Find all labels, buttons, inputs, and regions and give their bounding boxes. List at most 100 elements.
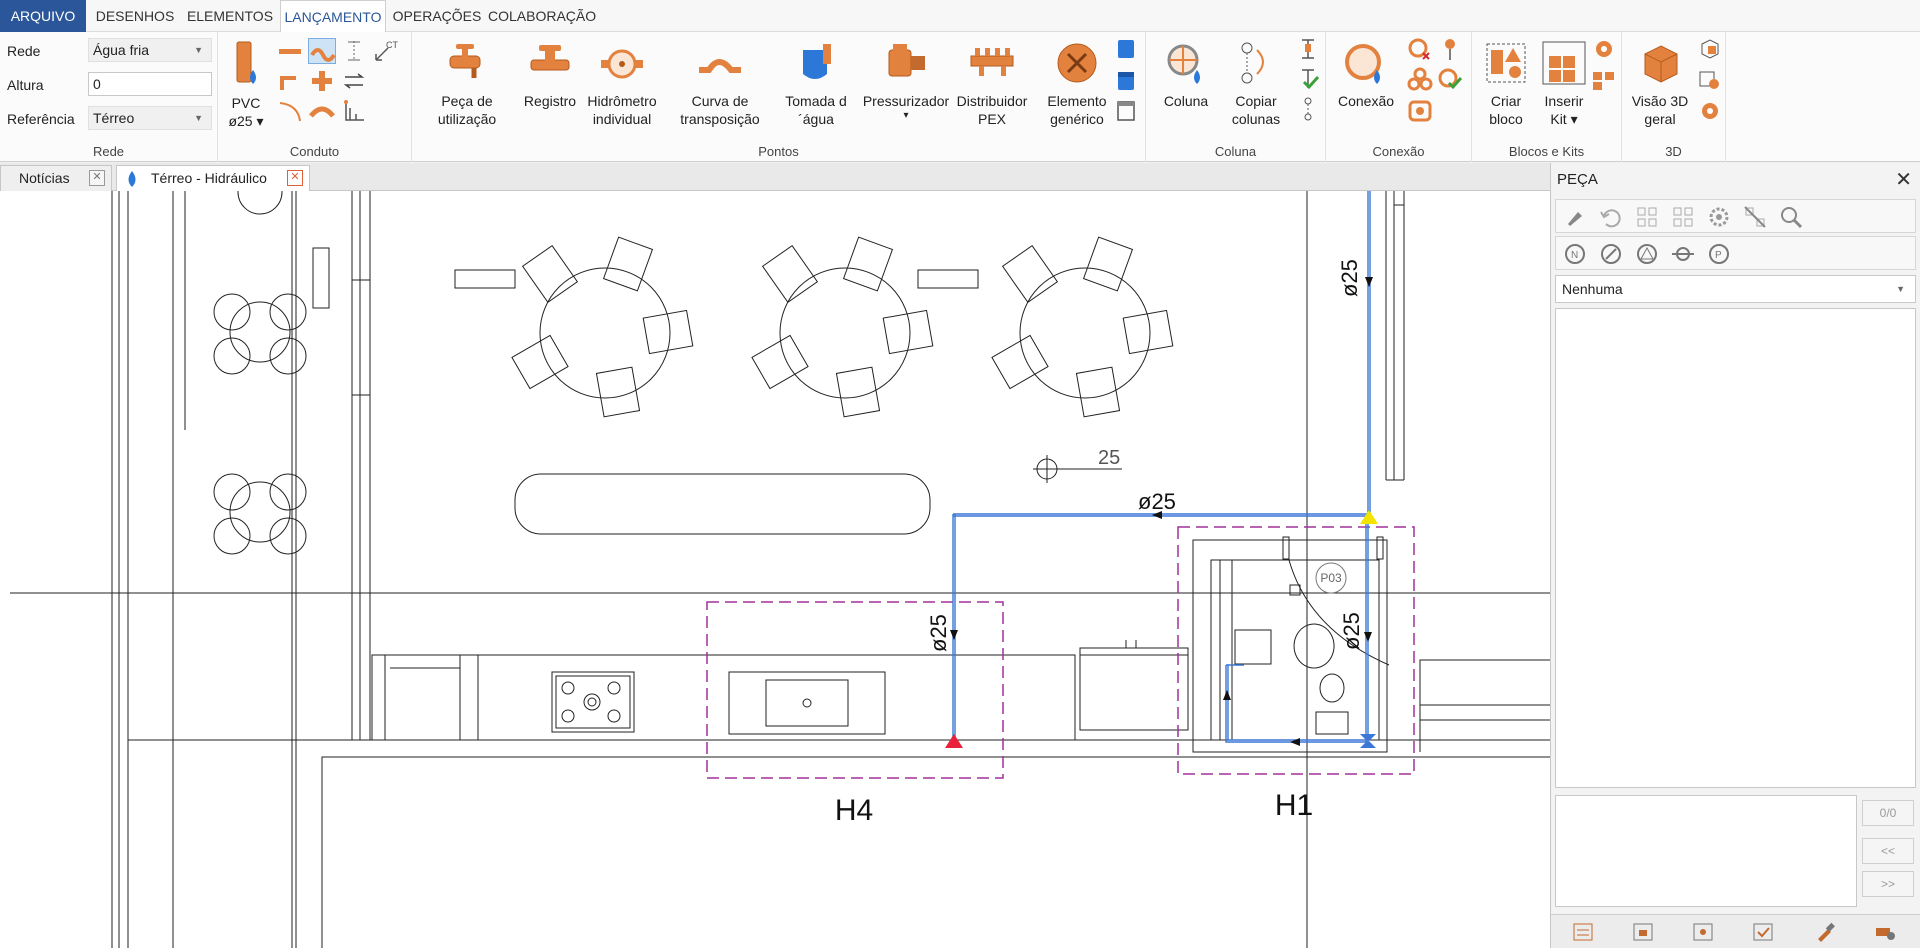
vertical-pipe-icon[interactable] <box>340 38 368 64</box>
referencia-select[interactable]: Térreo ▼ <box>88 106 212 130</box>
group-title-rede: Rede <box>92 144 125 159</box>
zoom-icon[interactable] <box>1778 204 1804 230</box>
panel-title: PEÇA <box>1557 171 1598 188</box>
water-meter-icon <box>601 49 643 79</box>
grid-select-icon[interactable] <box>1634 204 1660 230</box>
menu-tab-desenhos[interactable]: DESENHOS <box>92 0 178 32</box>
piece-list[interactable] <box>1555 308 1916 788</box>
conexao-label: Conexão <box>1337 93 1395 109</box>
altura-input[interactable]: 0 <box>88 72 212 96</box>
rotate-angle-icon[interactable] <box>1634 241 1660 267</box>
zone-h4-boundary[interactable] <box>706 601 1004 779</box>
visao-label-2: geral <box>1644 111 1676 127</box>
close-icon[interactable]: ✕ <box>287 170 303 186</box>
tab-noticias[interactable]: Notícias ✕ <box>0 165 112 191</box>
view-zoom-icon[interactable] <box>1696 68 1724 94</box>
3d-settings-icon[interactable] <box>1696 98 1724 124</box>
pipe-label-top-right: ø25 <box>1337 259 1362 297</box>
rotate-n-icon[interactable]: N <box>1562 241 1588 267</box>
chevron-down-icon: ▼ <box>194 45 203 55</box>
coluna-label: Coluna <box>1163 93 1209 109</box>
coluna-button[interactable]: Coluna <box>1150 40 1222 110</box>
copiar-label-2: colunas <box>1231 111 1281 127</box>
endpoint-yellow[interactable] <box>1360 510 1378 524</box>
tee-connection-icon[interactable] <box>308 68 336 94</box>
pick-icon[interactable] <box>1562 204 1588 230</box>
multi-connection-icon[interactable] <box>1406 66 1434 92</box>
connection-error-icon[interactable] <box>1406 36 1434 62</box>
panel-toolbar-1 <box>1555 199 1916 233</box>
undo-icon[interactable] <box>1598 204 1624 230</box>
check-list-icon[interactable] <box>1751 920 1775 944</box>
zone-label-h1: H1 <box>1275 789 1313 822</box>
distribuidor-pex-button[interactable]: Distribuidor PEX <box>942 40 1042 128</box>
tab-noticias-label: Notícias <box>19 170 70 186</box>
conexao-button[interactable]: Conexão <box>1330 40 1402 110</box>
grid-remove-icon[interactable] <box>1742 204 1768 230</box>
close-icon[interactable]: ✕ <box>89 170 105 186</box>
pipe-material-button[interactable]: PVC ø25 ▾ <box>224 40 268 130</box>
connection-settings-icon[interactable] <box>1406 98 1434 124</box>
brush-icon[interactable] <box>1813 920 1837 944</box>
menu-tab-elementos[interactable]: ELEMENTOS <box>186 0 274 32</box>
column-icon <box>1167 44 1200 84</box>
pipe-diameter-label: ø25 ▾ <box>228 113 264 129</box>
tab-terreo-hidraulico[interactable]: Térreo - Hidráulico ✕ <box>116 165 310 192</box>
ct-arrow-icon[interactable]: CT <box>372 38 400 64</box>
floor-plan-drawing[interactable]: P03 25 H4 H1 ø25 ø25 ø25 ø25 <box>0 191 1550 948</box>
list-view-icon[interactable] <box>1571 920 1595 944</box>
piece-select[interactable]: Nenhuma ▼ <box>1555 275 1916 303</box>
faucet-settings-icon[interactable] <box>1873 920 1897 944</box>
criar-bloco-button[interactable]: Criar bloco <box>1474 40 1538 128</box>
column-check-icon[interactable] <box>1294 66 1322 92</box>
connection-pin-icon[interactable] <box>1436 36 1464 62</box>
window-view-icon[interactable] <box>1631 920 1655 944</box>
close-icon[interactable]: ✕ <box>1895 167 1912 192</box>
elbow-icon[interactable] <box>276 68 304 94</box>
rede-select[interactable]: Água fria ▼ <box>88 38 212 62</box>
menu-tab-operacoes[interactable]: OPERAÇÕES <box>392 0 482 32</box>
menu-tab-colaboracao[interactable]: COLABORAÇÃO <box>488 0 596 32</box>
swap-arrows-icon[interactable] <box>340 68 368 94</box>
elemento-generico-button[interactable]: Elemento genérico <box>1034 40 1120 128</box>
blue-container-icon[interactable] <box>1112 36 1140 62</box>
distribute-pipes-icon[interactable] <box>340 98 368 124</box>
group-title-pontos: Pontos <box>758 144 799 159</box>
inserir-kit-button[interactable]: Inserir Kit ▾ <box>1532 40 1596 128</box>
next-button[interactable]: >> <box>1862 871 1914 897</box>
pvc-pipe-icon <box>236 41 256 84</box>
block-settings-icon[interactable] <box>1590 36 1618 62</box>
create-block-icon <box>1486 43 1526 83</box>
grid-deselect-icon[interactable] <box>1670 204 1696 230</box>
cube-view-icon[interactable] <box>1696 36 1724 62</box>
grey-box-icon[interactable] <box>1112 98 1140 124</box>
hidrometro-label-1: Hidrômetro <box>587 93 657 109</box>
column-marker-icon[interactable] <box>1294 36 1322 62</box>
rotate-cycle-icon[interactable] <box>1598 241 1624 267</box>
properties-icon[interactable] <box>1691 920 1715 944</box>
peca-utilizacao-button[interactable]: Peça de utilização <box>422 40 512 128</box>
curva-transposicao-button[interactable]: Curva de transposição <box>670 40 770 128</box>
visao-3d-button[interactable]: Visão 3D geral <box>1624 40 1696 128</box>
arc-pipe-icon[interactable] <box>276 98 304 124</box>
endpoint-red[interactable] <box>945 734 963 748</box>
curved-pipe-icon[interactable] <box>308 38 336 64</box>
hidrometro-button[interactable]: Hidrômetro individual <box>574 40 670 128</box>
drawing-canvas[interactable]: P03 25 H4 H1 ø25 ø25 ø25 ø25 <box>0 191 1550 948</box>
prev-button[interactable]: << <box>1862 838 1914 864</box>
connection-check-icon[interactable] <box>1436 66 1464 92</box>
curva-label-1: Curva de <box>691 93 749 109</box>
flip-icon[interactable] <box>1670 241 1696 267</box>
menu-tab-lancamento[interactable]: LANÇAMENTO <box>280 0 386 33</box>
kit-blocks-icon[interactable] <box>1590 68 1618 94</box>
criar-label-1: Criar <box>1490 93 1522 109</box>
gear-icon[interactable] <box>1706 204 1732 230</box>
straight-pipe-icon[interactable] <box>276 38 304 64</box>
menu-tab-arquivo[interactable]: ARQUIVO <box>0 0 86 32</box>
copiar-colunas-button[interactable]: Copiar colunas <box>1220 40 1292 128</box>
blue-tank-icon[interactable] <box>1112 68 1140 94</box>
column-copy-icon[interactable] <box>1294 96 1322 122</box>
rotate-p-icon[interactable]: P <box>1706 241 1732 267</box>
bent-pipe-icon[interactable] <box>308 98 336 124</box>
pipe-label-left-vertical: ø25 <box>926 614 951 652</box>
